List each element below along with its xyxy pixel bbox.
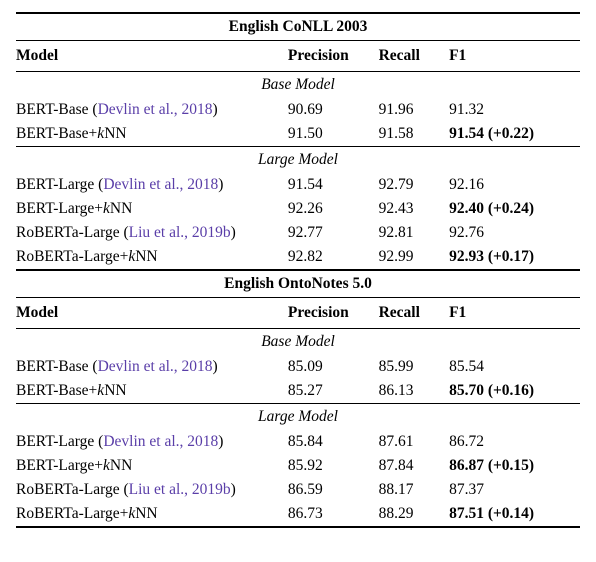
model-name: BERT-Base (Devlin et al., 2018) [16,98,288,122]
model-name: BERT-Large (Devlin et al., 2018) [16,430,288,454]
precision-value: 91.54 [288,173,379,197]
model-text: RoBERTa-Large+ [16,505,128,522]
model-text: BERT-Base+ [16,125,97,142]
results-table: English CoNLL 2003ModelPrecisionRecallF1… [16,12,580,528]
f1-value: 85.54 [449,355,580,379]
model-name: BERT-Base (Devlin et al., 2018) [16,355,288,379]
precision-value: 85.09 [288,355,379,379]
col-header-model: Model [16,298,288,329]
model-name: RoBERTa-Large+kNN [16,502,288,527]
citation-link[interactable]: Devlin et al., 2018 [103,176,218,193]
model-name: RoBERTa-Large (Liu et al., 2019b) [16,478,288,502]
recall-value: 92.79 [379,173,450,197]
model-text: RoBERTa-Large ( [16,224,129,241]
citation-link[interactable]: Devlin et al., 2018 [98,101,213,118]
f1-value: 85.70 (+0.16) [449,379,580,404]
precision-value: 92.77 [288,221,379,245]
recall-value: 87.84 [379,454,450,478]
model-k-italic: k [103,200,110,217]
col-header-model: Model [16,41,288,72]
recall-value: 92.43 [379,197,450,221]
col-header-f1: F1 [449,298,580,329]
model-text-after: ) [213,358,218,375]
precision-value: 86.73 [288,502,379,527]
model-text-after: ) [231,224,236,241]
model-text: BERT-Large ( [16,433,103,450]
f1-value: 92.16 [449,173,580,197]
model-text-after: ) [218,433,223,450]
model-text-after: ) [213,101,218,118]
model-text: BERT-Large ( [16,176,103,193]
col-header-f1: F1 [449,41,580,72]
f1-value: 92.40 (+0.24) [449,197,580,221]
recall-value: 87.61 [379,430,450,454]
model-text: RoBERTa-Large ( [16,481,129,498]
section-label: Base Model [16,329,580,356]
citation-link[interactable]: Liu et al., 2019b [129,224,231,241]
model-name: BERT-Base+kNN [16,122,288,147]
dataset-title: English OntoNotes 5.0 [16,270,580,298]
model-name: RoBERTa-Large+kNN [16,245,288,270]
section-label: Base Model [16,72,580,99]
model-text-after: NN [104,382,126,399]
model-text-after: ) [231,481,236,498]
model-text-after: NN [110,457,132,474]
f1-value: 86.72 [449,430,580,454]
model-name: BERT-Base+kNN [16,379,288,404]
model-k-italic: k [103,457,110,474]
precision-value: 85.27 [288,379,379,404]
col-header-precision: Precision [288,298,379,329]
recall-value: 91.96 [379,98,450,122]
recall-value: 92.99 [379,245,450,270]
f1-value: 87.51 (+0.14) [449,502,580,527]
section-label: Large Model [16,147,580,174]
f1-value: 92.93 (+0.17) [449,245,580,270]
precision-value: 85.84 [288,430,379,454]
model-text: BERT-Base ( [16,358,98,375]
recall-value: 92.81 [379,221,450,245]
model-text: BERT-Base+ [16,382,97,399]
citation-link[interactable]: Devlin et al., 2018 [98,358,213,375]
precision-value: 92.26 [288,197,379,221]
col-header-recall: Recall [379,41,450,72]
f1-value: 86.87 (+0.15) [449,454,580,478]
precision-value: 86.59 [288,478,379,502]
f1-value: 91.32 [449,98,580,122]
model-text-after: NN [135,505,157,522]
model-text-after: NN [135,248,157,265]
f1-value: 87.37 [449,478,580,502]
recall-value: 85.99 [379,355,450,379]
model-text: RoBERTa-Large+ [16,248,128,265]
model-name: BERT-Large+kNN [16,197,288,221]
col-header-precision: Precision [288,41,379,72]
model-name: RoBERTa-Large (Liu et al., 2019b) [16,221,288,245]
precision-value: 90.69 [288,98,379,122]
citation-link[interactable]: Liu et al., 2019b [129,481,231,498]
model-text: BERT-Large+ [16,457,103,474]
recall-value: 88.17 [379,478,450,502]
f1-value: 92.76 [449,221,580,245]
model-text: BERT-Base ( [16,101,98,118]
recall-value: 86.13 [379,379,450,404]
model-name: BERT-Large (Devlin et al., 2018) [16,173,288,197]
section-label: Large Model [16,404,580,431]
precision-value: 91.50 [288,122,379,147]
precision-value: 92.82 [288,245,379,270]
col-header-recall: Recall [379,298,450,329]
f1-value: 91.54 (+0.22) [449,122,580,147]
model-text-after: NN [110,200,132,217]
model-name: BERT-Large+kNN [16,454,288,478]
recall-value: 88.29 [379,502,450,527]
citation-link[interactable]: Devlin et al., 2018 [103,433,218,450]
model-text: BERT-Large+ [16,200,103,217]
precision-value: 85.92 [288,454,379,478]
recall-value: 91.58 [379,122,450,147]
model-text-after: NN [104,125,126,142]
dataset-title: English CoNLL 2003 [16,13,580,41]
model-text-after: ) [218,176,223,193]
